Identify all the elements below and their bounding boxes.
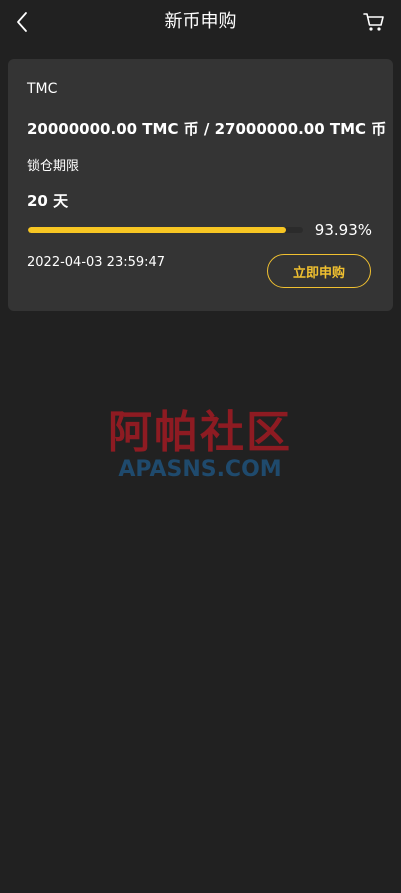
- cart-button[interactable]: [361, 9, 387, 35]
- progress-bar: [28, 227, 303, 233]
- subscribe-button[interactable]: 立即申购: [267, 254, 371, 288]
- lock-period-label: 锁仓期限: [27, 159, 80, 174]
- coin-name: TMC: [27, 81, 58, 97]
- progress-percent: 93.93%: [314, 221, 372, 239]
- watermark-cn: 阿帕社区: [108, 407, 292, 458]
- watermark: 阿帕社区 APASNS.COM: [90, 408, 310, 482]
- watermark-en: APASNS.COM: [118, 457, 282, 482]
- progress-bar-fill: [28, 227, 287, 233]
- subscription-amounts: 20000000.00 TMC 币 / 27000000.00 TMC 币: [27, 120, 387, 138]
- top-nav-bar: 新币申购: [0, 0, 401, 44]
- lock-period-value: 20 天: [27, 192, 69, 210]
- page-title: 新币申购: [164, 11, 237, 32]
- deadline-time: 2022-04-03 23:59:47: [27, 255, 166, 270]
- subscription-card: TMC 20000000.00 TMC 币 / 27000000.00 TMC …: [8, 59, 393, 311]
- cart-icon: [363, 13, 384, 31]
